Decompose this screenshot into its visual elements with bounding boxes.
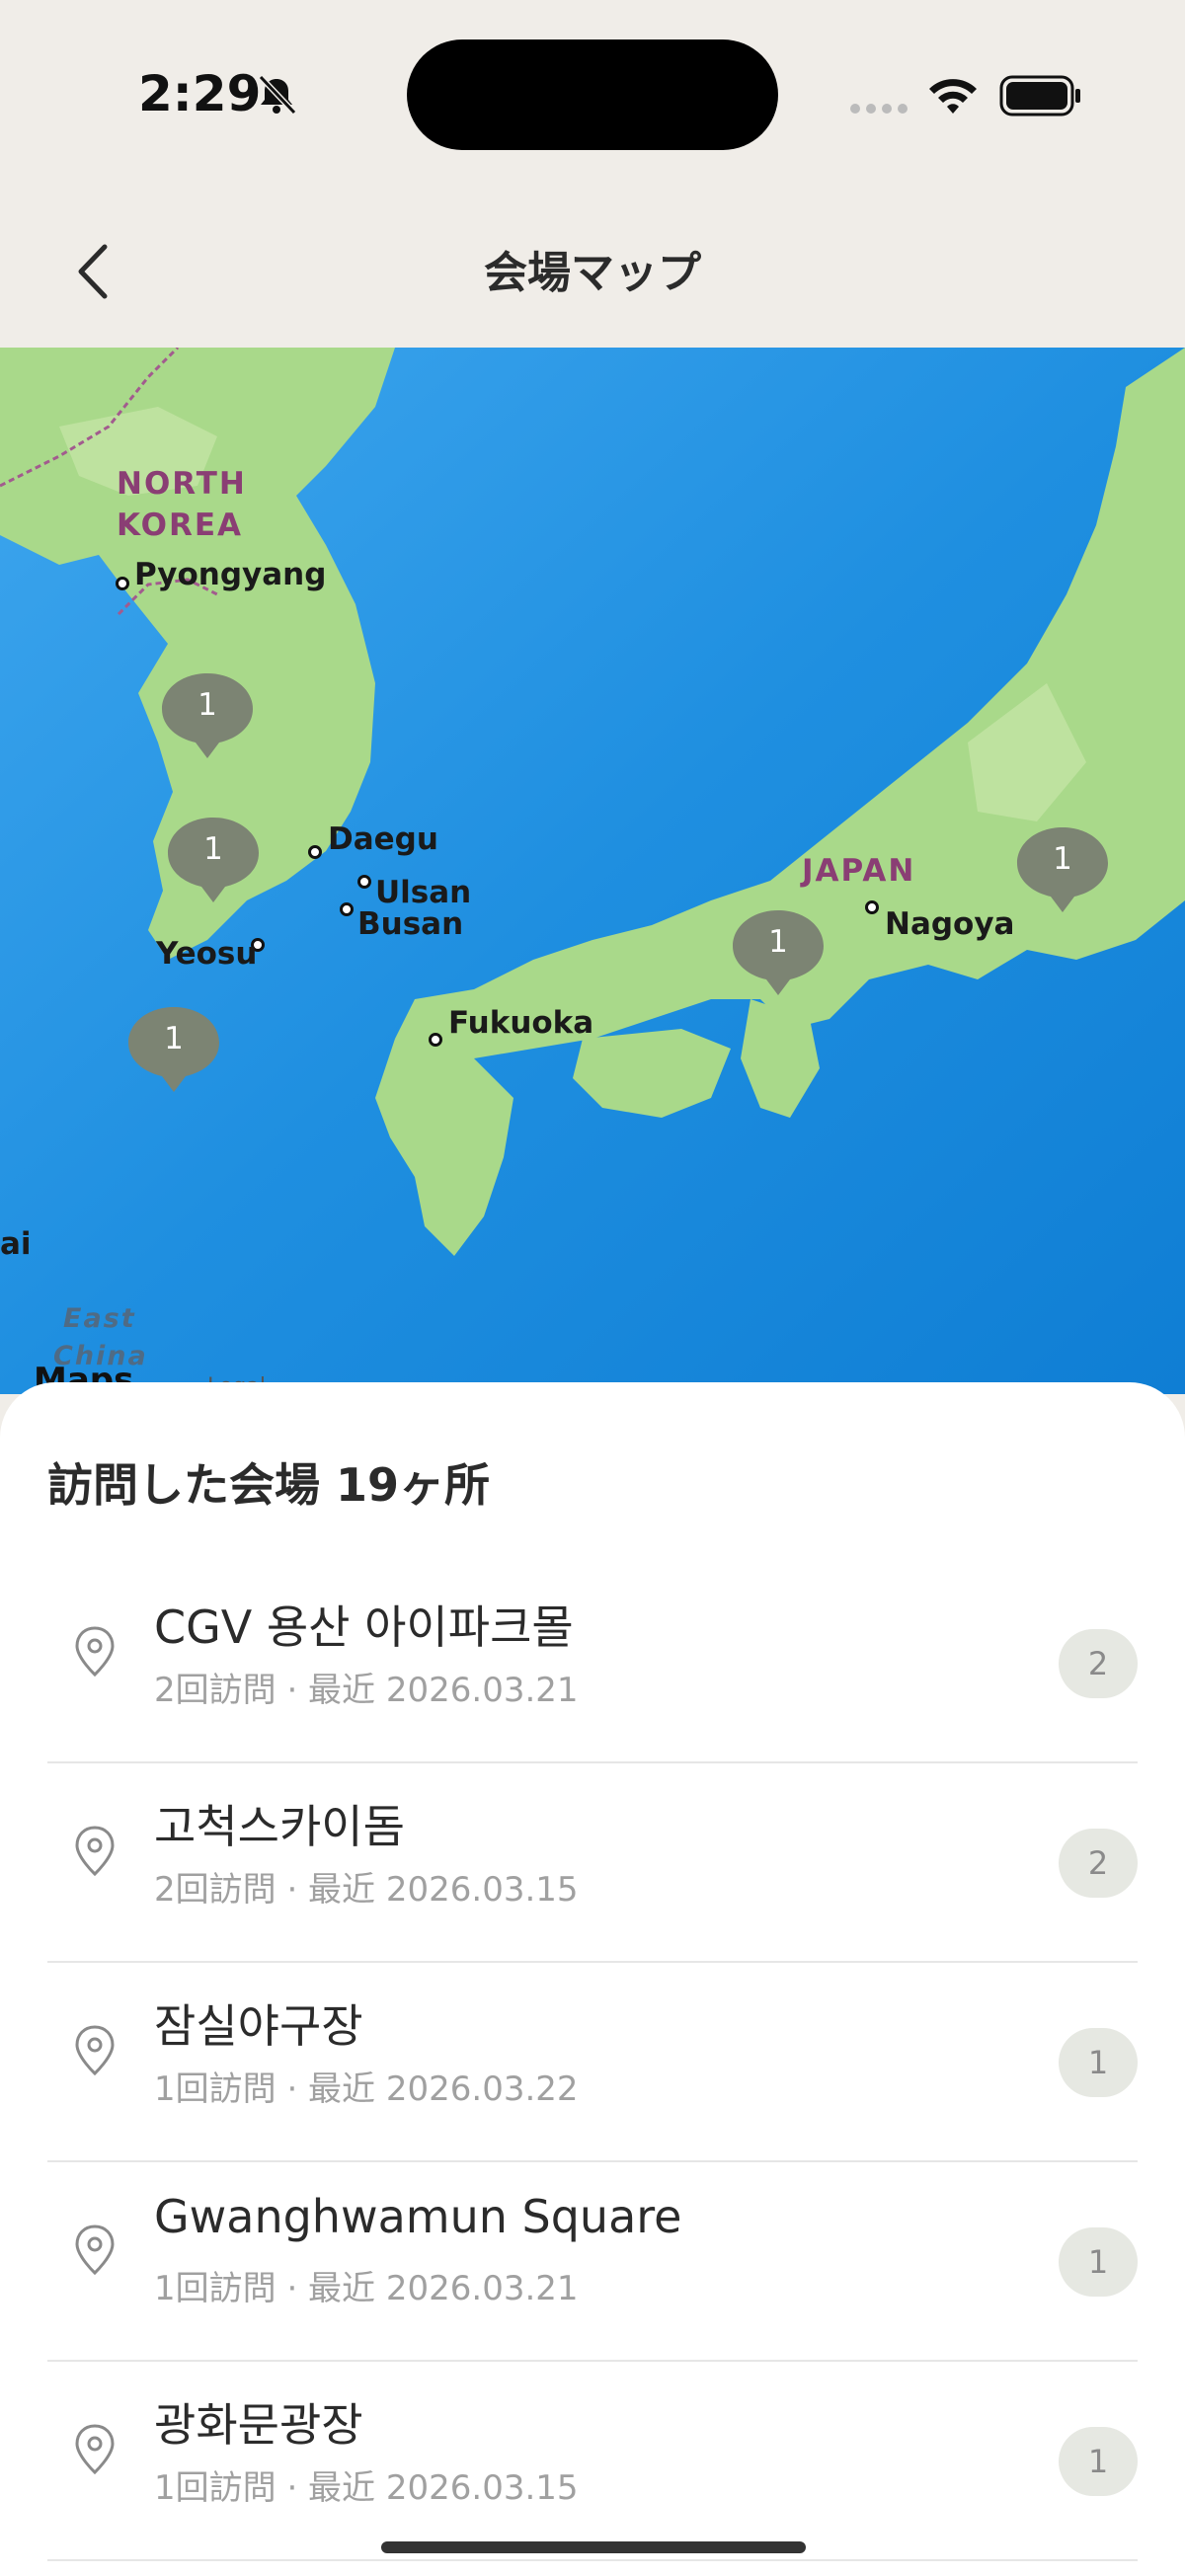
page-title: 会場マップ <box>484 248 701 298</box>
sea-label-east: East <box>63 1303 136 1334</box>
country-label-korea: KOREA <box>117 507 244 543</box>
venue-name: CGV 용산 아이파크몰 <box>154 1600 574 1654</box>
list-item[interactable]: 광화문광장 1回訪問 · 最近 2026.03.15 1 <box>47 2362 1138 2561</box>
visit-count-badge: 1 <box>1059 2427 1138 2496</box>
location-pin-icon <box>75 2424 115 2475</box>
cellular-signal-icon <box>850 104 908 114</box>
list-item[interactable]: CGV 용산 아이파크몰 2回訪問 · 最近 2026.03.21 2 <box>47 1564 1138 1763</box>
location-pin-icon <box>75 2025 115 2076</box>
marker-count: 1 <box>203 831 223 867</box>
bell-muted-icon <box>258 74 297 116</box>
nav-bar: 会場マップ <box>0 188 1185 348</box>
city-label-daegu: Daegu <box>328 821 438 857</box>
dynamic-island <box>407 39 778 150</box>
venue-name: Gwanghwamun Square <box>154 2190 682 2243</box>
country-label-north: NORTH <box>117 466 247 502</box>
city-label-fukuoka: Fukuoka <box>448 1005 594 1041</box>
venue-meta: 1回訪問 · 最近 2026.03.15 <box>154 2468 579 2508</box>
status-bar: 2:29 <box>0 0 1185 188</box>
venue-list: CGV 용산 아이파크몰 2回訪問 · 最近 2026.03.21 2 고척스카… <box>47 1564 1138 2561</box>
home-indicator[interactable] <box>381 2541 806 2553</box>
marker-count: 1 <box>768 924 788 960</box>
wifi-icon <box>929 79 977 114</box>
marker-count: 1 <box>1053 841 1072 877</box>
location-pin-icon <box>75 1826 115 1877</box>
location-pin-icon <box>75 2225 115 2276</box>
city-label-ulsan: Ulsan <box>375 875 472 910</box>
visit-count-badge: 2 <box>1059 1629 1138 1698</box>
map-marker-seoul[interactable]: 1 <box>158 669 257 760</box>
venue-meta: 2回訪問 · 最近 2026.03.15 <box>154 1870 579 1910</box>
city-dot-daegu <box>308 845 322 859</box>
venue-meta: 1回訪問 · 最近 2026.03.22 <box>154 2069 579 2109</box>
marker-count: 1 <box>164 1021 184 1056</box>
city-dot-nagoya <box>865 900 879 914</box>
location-pin-icon <box>75 1626 115 1678</box>
city-label-nagoya: Nagoya <box>885 906 1015 942</box>
city-label-yeosu: Yeosu <box>156 936 258 972</box>
map-marker-jeju[interactable]: 1 <box>124 1003 223 1094</box>
list-item[interactable]: Gwanghwamun Square 1回訪問 · 最近 2026.03.21 … <box>47 2162 1138 2362</box>
map-marker-daejeon[interactable]: 1 <box>164 814 263 904</box>
city-dot-pyongyang <box>116 577 129 590</box>
venue-name: 광화문광장 <box>154 2398 363 2452</box>
map-marker-osaka[interactable]: 1 <box>729 906 828 997</box>
venue-meta: 1回訪問 · 最近 2026.03.21 <box>154 2269 579 2308</box>
country-label-japan: JAPAN <box>802 853 916 889</box>
venue-name: 고척스카이돔 <box>154 1800 405 1853</box>
visit-count-badge: 2 <box>1059 1829 1138 1898</box>
sheet-title: 訪問した会場 19ヶ所 <box>47 1458 491 1512</box>
venue-meta: 2回訪問 · 最近 2026.03.21 <box>154 1671 579 1710</box>
list-item[interactable]: 고척스카이돔 2回訪問 · 最近 2026.03.15 2 <box>47 1763 1138 1963</box>
map-marker-tokyo[interactable]: 1 <box>1013 823 1112 914</box>
status-time: 2:29 <box>138 65 262 122</box>
city-dot-fukuoka <box>429 1033 442 1047</box>
map-edge-label: ai <box>0 1226 32 1262</box>
list-item[interactable]: 잠실야구장 1回訪問 · 最近 2026.03.22 1 <box>47 1963 1138 2162</box>
venue-name: 잠실야구장 <box>154 1999 363 2053</box>
city-dot-busan <box>340 902 354 916</box>
visit-count-badge: 1 <box>1059 2028 1138 2097</box>
city-label-pyongyang: Pyongyang <box>134 557 327 592</box>
venue-sheet: 訪問した会場 19ヶ所 CGV 용산 아이파크몰 2回訪問 · 最近 2026.… <box>0 1382 1185 2576</box>
venue-map[interactable]: NORTH KOREA JAPAN Pyongyang Daegu Ulsan … <box>0 348 1185 1394</box>
city-label-busan: Busan <box>357 906 464 942</box>
marker-count: 1 <box>198 687 217 723</box>
visit-count-badge: 1 <box>1059 2227 1138 2297</box>
city-dot-ulsan <box>357 875 371 889</box>
battery-icon <box>999 75 1080 117</box>
